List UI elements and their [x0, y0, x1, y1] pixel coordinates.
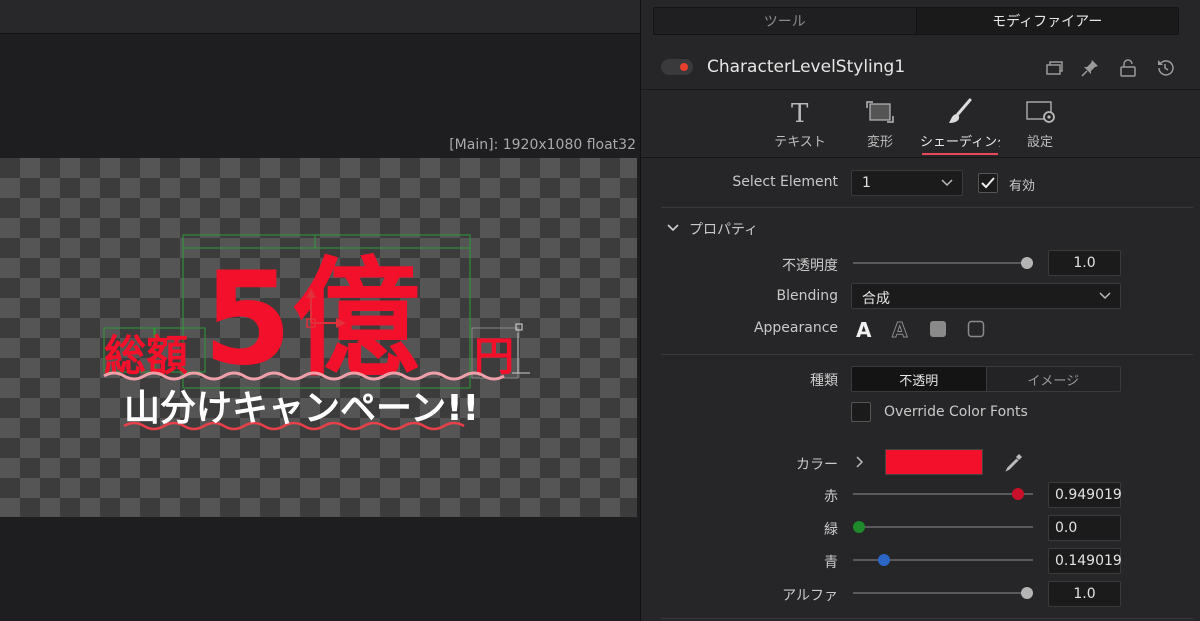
svg-text:A: A [856, 318, 872, 341]
red-slider[interactable] [853, 488, 1033, 500]
inspector-panel: ツール モディファイアー CharacterLevelStyling1 T テキ… [640, 0, 1200, 621]
green-slider-knob[interactable] [853, 521, 865, 533]
eyedropper-icon[interactable] [1003, 451, 1025, 473]
checkmark-icon [981, 177, 995, 189]
viewer-panel: [Main]: 1920x1080 float32 総額 5億 円 山分けキャン… [0, 0, 640, 621]
tab-text[interactable]: T テキスト [760, 90, 840, 158]
divider [661, 354, 1193, 355]
opacity-slider-knob[interactable] [1021, 257, 1033, 269]
blue-slider-knob[interactable] [878, 554, 891, 566]
type-label: 種類 [810, 373, 838, 389]
collapse-icon[interactable] [1043, 57, 1065, 79]
type-option-opaque[interactable]: 不透明 [852, 367, 986, 391]
select-element-dropdown[interactable]: 1 [851, 170, 963, 196]
inspector-top-tabs: ツール モディファイアー [653, 7, 1179, 35]
appearance-solid-icon[interactable]: A [853, 317, 877, 341]
divider [661, 207, 1193, 208]
appearance-outline-rect-icon[interactable] [965, 318, 987, 340]
tool-header: CharacterLevelStyling1 [641, 44, 1200, 90]
divider [661, 618, 1193, 619]
blue-label: 青 [824, 555, 838, 571]
section-title[interactable]: プロパティ [689, 219, 758, 239]
alpha-field[interactable]: 1.0 [1048, 581, 1121, 607]
text-icon: T [791, 99, 809, 126]
color-label: カラー [796, 457, 838, 473]
override-color-fonts-checkbox[interactable] [851, 402, 871, 422]
blending-label: Blending [776, 288, 838, 304]
viewer-resolution-label: [Main]: 1920x1080 float32 [449, 137, 636, 153]
green-field[interactable]: 0.0 [1048, 515, 1121, 541]
lock-icon[interactable] [1117, 57, 1139, 79]
appearance-outline-icon[interactable]: A [889, 317, 913, 342]
red-field[interactable]: 0.949019 [1048, 482, 1122, 508]
select-element-value: 1 [862, 175, 871, 191]
tab-transform[interactable]: 変形 [840, 90, 920, 158]
color-swatch[interactable] [885, 449, 983, 475]
chevron-right-icon[interactable] [853, 455, 867, 469]
chevron-down-icon [1099, 292, 1111, 300]
active-tab-underline [922, 153, 998, 155]
alpha-label: アルファ [782, 588, 838, 604]
svg-text:T: T [791, 99, 809, 126]
tab-settings[interactable]: 設定 [1000, 90, 1080, 158]
transform-icon [866, 101, 894, 123]
chevron-down-icon [941, 179, 953, 187]
blue-slider[interactable] [853, 554, 1033, 566]
resize-handle[interactable] [515, 323, 523, 331]
alpha-slider-knob[interactable] [1021, 587, 1033, 599]
type-option-image[interactable]: イメージ [985, 367, 1121, 391]
tool-enable-toggle[interactable] [661, 59, 693, 75]
opacity-slider[interactable] [853, 257, 1033, 269]
canvas-subtitle: 山分けキャンペーン!! [124, 388, 479, 429]
brush-icon [949, 98, 972, 123]
opacity-label: 不透明度 [782, 258, 838, 274]
tab-tools[interactable]: ツール [654, 8, 916, 34]
viewer-canvas[interactable]: 総額 5億 円 山分けキャンペーン!! [0, 158, 637, 517]
tool-name: CharacterLevelStyling1 [707, 57, 906, 77]
appearance-filled-rect-icon[interactable] [927, 318, 949, 340]
canvas-graphics: 総額 5億 円 山分けキャンペーン!! [103, 234, 530, 431]
red-label: 赤 [824, 489, 838, 505]
svg-text:A: A [892, 318, 908, 341]
blue-field[interactable]: 0.149019 [1048, 548, 1122, 574]
opacity-field[interactable]: 1.0 [1048, 250, 1121, 276]
sub-tabs: T テキスト 変形 シェーディング [641, 90, 1200, 158]
chevron-down-icon[interactable] [667, 222, 679, 234]
enabled-checkbox[interactable] [978, 173, 998, 193]
enabled-label: 有効 [1009, 179, 1036, 194]
type-segmented-control: 不透明 イメージ [851, 366, 1121, 392]
green-slider[interactable] [853, 521, 1033, 533]
blending-value: 合成 [862, 291, 890, 307]
select-element-label: Select Element [732, 174, 838, 190]
override-color-fonts-label: Override Color Fonts [884, 404, 1028, 420]
settings-icon [1026, 101, 1055, 123]
reset-icon[interactable] [1154, 57, 1176, 79]
tab-shading[interactable]: シェーディング [920, 90, 1000, 158]
green-label: 緑 [824, 522, 838, 538]
appearance-label: Appearance [753, 320, 838, 336]
red-slider-knob[interactable] [1012, 488, 1025, 500]
blending-dropdown[interactable]: 合成 [851, 283, 1121, 309]
pin-icon[interactable] [1079, 57, 1101, 79]
tab-modifiers[interactable]: モディファイアー [915, 8, 1178, 34]
alpha-slider[interactable] [853, 587, 1033, 599]
viewer-toolbar [0, 0, 640, 34]
